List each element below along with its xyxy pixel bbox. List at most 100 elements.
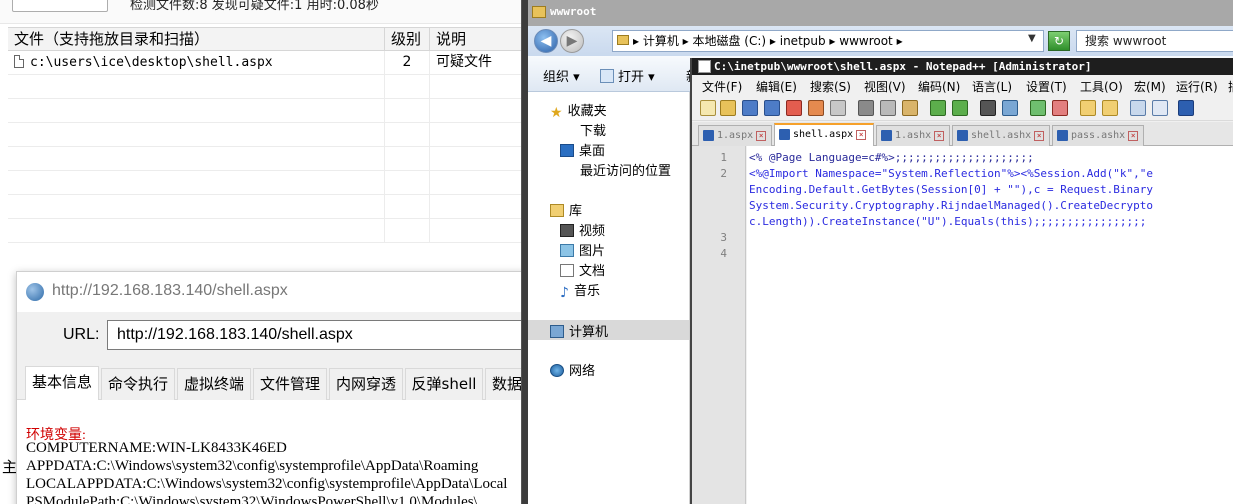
tab-file-manager[interactable]: 文件管理 <box>253 368 327 400</box>
open-menu[interactable]: 打开 ▾ <box>600 66 655 85</box>
replace-icon[interactable] <box>1002 100 1018 116</box>
url-input[interactable]: http://192.168.183.140/shell.aspx <box>107 320 526 350</box>
close-icon[interactable] <box>786 100 802 116</box>
tab-label: 1.aspx <box>717 130 754 141</box>
basic-info-panel: 环境变量: COMPUTERNAME:WIN-LK8433K46ED APPDA… <box>17 400 526 504</box>
save-all-icon[interactable] <box>764 100 780 116</box>
menu-edit[interactable]: 编辑(E) <box>756 78 797 95</box>
table-row <box>8 195 527 219</box>
tab-basic-info[interactable]: 基本信息 <box>25 366 99 401</box>
nav-item-libraries[interactable]: 库 <box>550 200 582 219</box>
redo-icon[interactable] <box>952 100 968 116</box>
refresh-button[interactable]: ↻ <box>1048 31 1070 51</box>
scan-button[interactable] <box>12 0 108 12</box>
nav-item-pictures[interactable]: 图片 <box>560 240 605 259</box>
level-cell: 2 <box>385 51 430 74</box>
menu-plugins[interactable]: 插 <box>1228 78 1233 95</box>
organize-menu[interactable]: 组织 ▾ <box>543 66 580 85</box>
nav-item-downloads[interactable]: 下载 <box>580 120 606 139</box>
webshell-client-window: http://192.168.183.140/shell.aspx URL: h… <box>16 271 527 504</box>
nav-item-recent[interactable]: 最近访问的位置 <box>580 160 671 179</box>
nav-item-documents[interactable]: 文档 <box>560 260 605 279</box>
search-input[interactable]: 搜索 wwwroot <box>1076 30 1233 52</box>
zoom-out-icon[interactable] <box>1052 100 1068 116</box>
print-icon[interactable] <box>830 100 846 116</box>
menu-settings[interactable]: 设置(T) <box>1026 78 1067 95</box>
copy-icon[interactable] <box>880 100 896 116</box>
code-line: <%@Import Namespace="System.Reflection"%… <box>749 167 1153 180</box>
bottom-label: 主 <box>2 458 18 476</box>
tab-shell-ashx[interactable]: shell.ashx × <box>952 125 1050 146</box>
tab-intranet-tunnel[interactable]: 内网穿透 <box>329 368 403 400</box>
picture-icon <box>560 244 574 257</box>
tab-shell-aspx[interactable]: shell.aspx × <box>774 123 874 146</box>
line-number: 1 <box>720 151 727 164</box>
tab-close-icon[interactable]: × <box>856 130 867 140</box>
nav-item-favorites[interactable]: ★ 收藏夹 <box>550 100 607 121</box>
sync-scroll-icon[interactable] <box>1080 100 1096 116</box>
tab-1-ashx[interactable]: 1.ashx × <box>876 125 950 146</box>
indent-guide-icon[interactable] <box>1178 100 1194 116</box>
address-dropdown-icon[interactable]: ▼ <box>1028 33 1036 44</box>
undo-icon[interactable] <box>930 100 946 116</box>
word-wrap-icon[interactable] <box>1130 100 1146 116</box>
new-file-icon[interactable] <box>700 100 716 116</box>
video-icon <box>560 224 574 237</box>
sync-horizontal-icon[interactable] <box>1102 100 1118 116</box>
forward-button[interactable]: ▶ <box>560 29 584 53</box>
table-row <box>8 171 527 195</box>
menu-encoding[interactable]: 编码(N) <box>918 78 960 95</box>
tab-close-icon[interactable]: × <box>756 131 767 141</box>
code-editor[interactable]: <% @Page Language=c#%>;;;;;;;;;;;;;;;;;;… <box>747 146 1233 504</box>
tab-close-icon[interactable]: × <box>1034 131 1045 141</box>
notepadpp-window: C:\inetpub\wwwroot\shell.aspx - Notepad+… <box>690 58 1233 504</box>
nav-label: 计算机 <box>569 325 609 340</box>
show-symbols-icon[interactable] <box>1152 100 1168 116</box>
find-icon[interactable] <box>980 100 996 116</box>
column-header-description[interactable]: 说明 <box>430 28 527 50</box>
menu-tools[interactable]: 工具(O) <box>1080 78 1123 95</box>
menu-search[interactable]: 搜索(S) <box>810 78 851 95</box>
zoom-in-icon[interactable] <box>1030 100 1046 116</box>
line-number: 2 <box>720 167 727 180</box>
column-header-level[interactable]: 级别 <box>385 28 430 50</box>
table-row[interactable]: c:\users\ice\desktop\shell.aspx 2 可疑文件 <box>8 51 527 75</box>
cut-icon[interactable] <box>858 100 874 116</box>
address-bar[interactable]: ▸ 计算机 ▸ 本地磁盘 (C:) ▸ inetpub ▸ wwwroot ▸ <box>612 30 1044 52</box>
tab-command-exec[interactable]: 命令执行 <box>101 368 175 400</box>
nav-item-network[interactable]: 网络 <box>550 360 595 379</box>
nav-item-desktop[interactable]: 桌面 <box>560 140 605 159</box>
saved-file-icon <box>1057 130 1068 141</box>
scanner-status-bar: 检测文件数:8 发现可疑文件:1 用时:0.08秒 <box>0 0 527 24</box>
menu-run[interactable]: 运行(R) <box>1176 78 1218 95</box>
close-all-icon[interactable] <box>808 100 824 116</box>
back-button[interactable]: ◀ <box>534 29 558 53</box>
results-table-header: 文件（支持拖放目录和扫描） 级别 说明 <box>8 27 527 51</box>
nav-item-music[interactable]: ♪ 音乐 <box>560 280 600 301</box>
env-line: APPDATA:C:\Windows\system32\config\syste… <box>26 458 479 474</box>
nav-item-videos[interactable]: 视频 <box>560 220 605 239</box>
menu-language[interactable]: 语言(L) <box>972 78 1012 95</box>
tab-virtual-terminal[interactable]: 虚拟终端 <box>177 368 251 400</box>
nav-label: 网络 <box>569 364 596 379</box>
menu-view[interactable]: 视图(V) <box>864 78 906 95</box>
column-header-file[interactable]: 文件（支持拖放目录和扫描） <box>8 28 385 50</box>
line-number-gutter: 1 2 3 4 <box>692 146 746 504</box>
open-file-icon[interactable] <box>720 100 736 116</box>
tab-reverse-shell[interactable]: 反弹shell <box>405 368 483 400</box>
menu-file[interactable]: 文件(F) <box>702 78 742 95</box>
menu-macro[interactable]: 宏(M) <box>1134 78 1166 95</box>
description-cell: 可疑文件 <box>436 54 492 70</box>
paste-icon[interactable] <box>902 100 918 116</box>
save-icon[interactable] <box>742 100 758 116</box>
env-line: COMPUTERNAME:WIN-LK8433K46ED <box>26 440 287 456</box>
tab-close-icon[interactable]: × <box>934 131 945 141</box>
tab-pass-ashx[interactable]: pass.ashx × <box>1052 125 1144 146</box>
nav-item-computer[interactable]: 计算机 <box>550 321 608 340</box>
star-icon: ★ <box>550 105 563 121</box>
tab-close-icon[interactable]: × <box>1128 131 1139 141</box>
tab-label: shell.aspx <box>793 129 854 140</box>
file-cell: c:\users\ice\desktop\shell.aspx <box>8 51 385 74</box>
tab-1-aspx[interactable]: 1.aspx × <box>698 125 772 146</box>
saved-file-icon <box>957 130 968 141</box>
